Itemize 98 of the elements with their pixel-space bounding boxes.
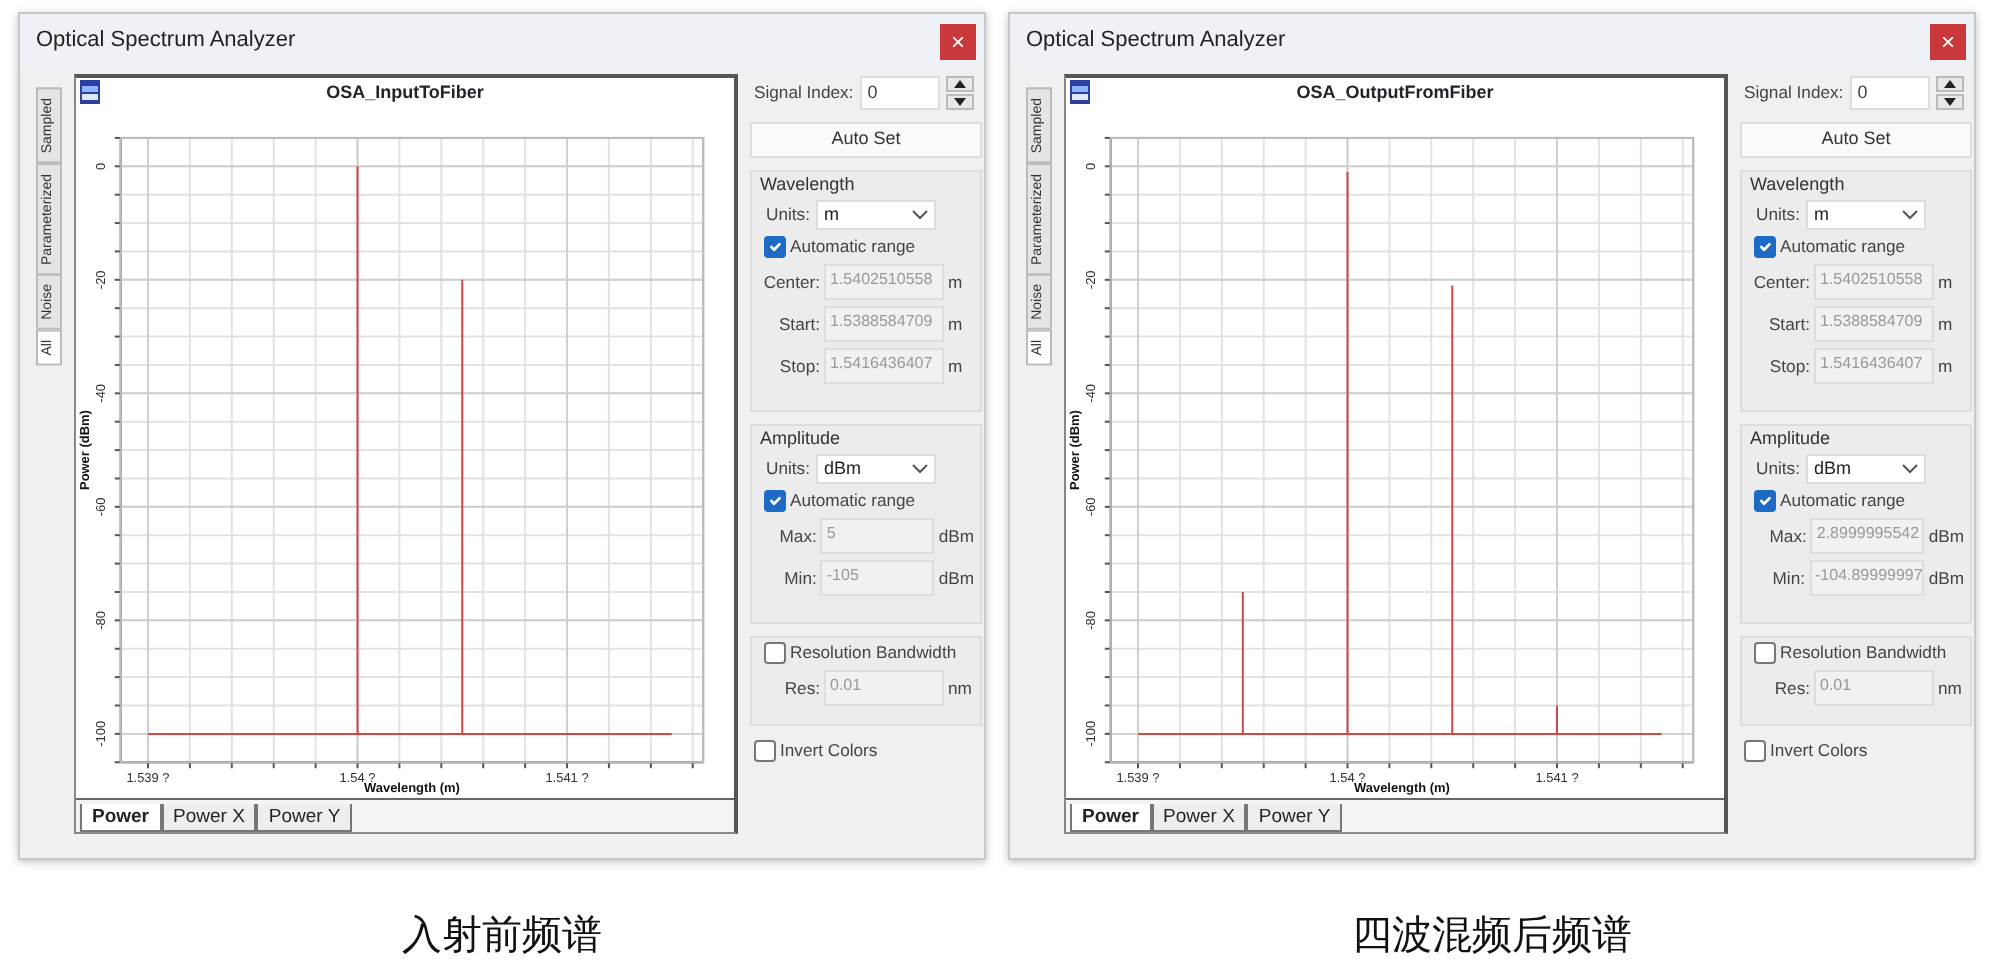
- resolution-bandwidth-checkbox[interactable]: [764, 641, 786, 664]
- chevron-down-icon: [1901, 210, 1918, 220]
- units-dropdown[interactable]: m: [815, 200, 936, 230]
- window-title: Optical Spectrum Analyzer: [1026, 26, 1286, 57]
- auto-set-button[interactable]: Auto Set: [1740, 122, 1972, 158]
- unit-label: dBm: [1928, 565, 1964, 592]
- group-title: Wavelength: [1750, 174, 1847, 196]
- chevron-down-icon: [911, 210, 928, 220]
- field-label: Signal Index:: [754, 80, 854, 106]
- field-label: Max:: [777, 523, 817, 550]
- signal-index-field[interactable]: 0: [1849, 76, 1930, 110]
- window-icon: [1070, 80, 1090, 104]
- field-label: Start:: [1766, 311, 1810, 338]
- checkbox-label: Invert Colors: [1770, 738, 1868, 764]
- resolution-bandwidth-checkbox[interactable]: [1754, 641, 1776, 664]
- close-button[interactable]: ×: [1930, 23, 1966, 59]
- field-label: Res:: [1772, 675, 1810, 702]
- group-title: Amplitude: [760, 428, 843, 450]
- value-field: 2.8999995542: [1810, 518, 1925, 555]
- value-field: 1.5402510558: [824, 264, 944, 301]
- units-dropdown[interactable]: m: [1805, 200, 1926, 230]
- field-label: Units:: [766, 456, 810, 482]
- value-field: 1.5416436407: [1814, 348, 1934, 385]
- close-button[interactable]: ×: [940, 23, 976, 59]
- field-label: Units:: [1756, 456, 1800, 482]
- field-label: Max:: [1767, 523, 1807, 550]
- unit-label: dBm: [938, 565, 974, 592]
- checkbox-label: Automatic range: [1780, 488, 1906, 514]
- signal-index-field[interactable]: 0: [859, 76, 940, 110]
- field-label: Start:: [776, 311, 820, 338]
- spin-up-button[interactable]: [945, 76, 974, 92]
- unit-label: dBm: [1928, 523, 1964, 550]
- field-label: Stop:: [777, 353, 820, 380]
- value-field: 1.5402510558: [1814, 264, 1934, 301]
- value-field: 1.5416436407: [824, 348, 944, 385]
- spin-up-button[interactable]: [1935, 76, 1964, 92]
- value-field: 5: [820, 518, 935, 555]
- unit-label: m: [1938, 353, 1953, 380]
- value-field: 0.01: [824, 670, 944, 707]
- units-dropdown[interactable]: dBm: [815, 454, 936, 484]
- spin-down-button[interactable]: [1935, 94, 1964, 110]
- plot-title: OSA_OutputFromFiber: [1296, 80, 1494, 107]
- automatic-range-checkbox[interactable]: [1754, 489, 1776, 512]
- up-arrow-icon: [953, 80, 966, 88]
- field-label: Units:: [766, 202, 810, 228]
- chevron-down-icon: [1901, 464, 1918, 474]
- plot-tab[interactable]: Power: [80, 803, 162, 832]
- automatic-range-checkbox[interactable]: [1754, 235, 1776, 258]
- caption: 四波混频后频谱: [1352, 908, 1632, 962]
- chevron-down-icon: [911, 464, 928, 474]
- value-field: -104.89999997: [1809, 560, 1925, 597]
- unit-label: m: [948, 311, 963, 338]
- checkbox-label: Automatic range: [790, 488, 916, 514]
- plot-tab[interactable]: Power X: [1151, 803, 1247, 832]
- automatic-range-checkbox[interactable]: [764, 489, 786, 512]
- down-arrow-icon: [953, 98, 966, 106]
- window-title: Optical Spectrum Analyzer: [36, 26, 296, 57]
- checkbox-label: Automatic range: [1780, 234, 1906, 260]
- automatic-range-checkbox[interactable]: [764, 235, 786, 258]
- value-field: -105: [820, 560, 935, 597]
- plot-tab[interactable]: Power Y: [1246, 803, 1343, 832]
- unit-label: m: [1938, 269, 1953, 296]
- field-label: Min:: [1770, 565, 1805, 592]
- unit-label: m: [948, 353, 963, 380]
- unit-label: nm: [948, 675, 972, 702]
- unit-label: m: [1938, 311, 1953, 338]
- auto-set-button[interactable]: Auto Set: [750, 122, 982, 158]
- invert-colors-checkbox[interactable]: [1744, 739, 1766, 762]
- caption: 入射前频谱: [402, 908, 602, 962]
- field-label: Stop:: [1767, 353, 1810, 380]
- value-field: 0.01: [1814, 670, 1934, 707]
- field-label: Res:: [782, 675, 820, 702]
- window-icon: [80, 80, 100, 104]
- checkbox-label: Invert Colors: [780, 738, 878, 764]
- field-label: Center:: [1751, 269, 1810, 296]
- field-label: Min:: [782, 565, 817, 592]
- group-title: Amplitude: [1750, 428, 1833, 450]
- down-arrow-icon: [1943, 98, 1956, 106]
- group-title: Wavelength: [760, 174, 857, 196]
- plot-tab[interactable]: Power Y: [256, 803, 353, 832]
- up-arrow-icon: [1943, 80, 1956, 88]
- spin-down-button[interactable]: [945, 94, 974, 110]
- value-field: 1.5388584709: [824, 306, 944, 343]
- units-dropdown[interactable]: dBm: [1805, 454, 1926, 484]
- field-label: Center:: [761, 269, 820, 296]
- field-label: Units:: [1756, 202, 1800, 228]
- invert-colors-checkbox[interactable]: [754, 739, 776, 762]
- plot-title: OSA_InputToFiber: [326, 80, 484, 107]
- plot-tab[interactable]: Power: [1070, 803, 1152, 832]
- value-field: 1.5388584709: [1814, 306, 1934, 343]
- checkbox-label: Automatic range: [790, 234, 916, 260]
- checkbox-label: Resolution Bandwidth: [1780, 640, 1947, 666]
- field-label: Signal Index:: [1744, 80, 1844, 106]
- unit-label: m: [948, 269, 963, 296]
- checkbox-label: Resolution Bandwidth: [790, 640, 957, 666]
- unit-label: nm: [1938, 675, 1962, 702]
- plot-tab[interactable]: Power X: [161, 803, 257, 832]
- unit-label: dBm: [938, 523, 974, 550]
